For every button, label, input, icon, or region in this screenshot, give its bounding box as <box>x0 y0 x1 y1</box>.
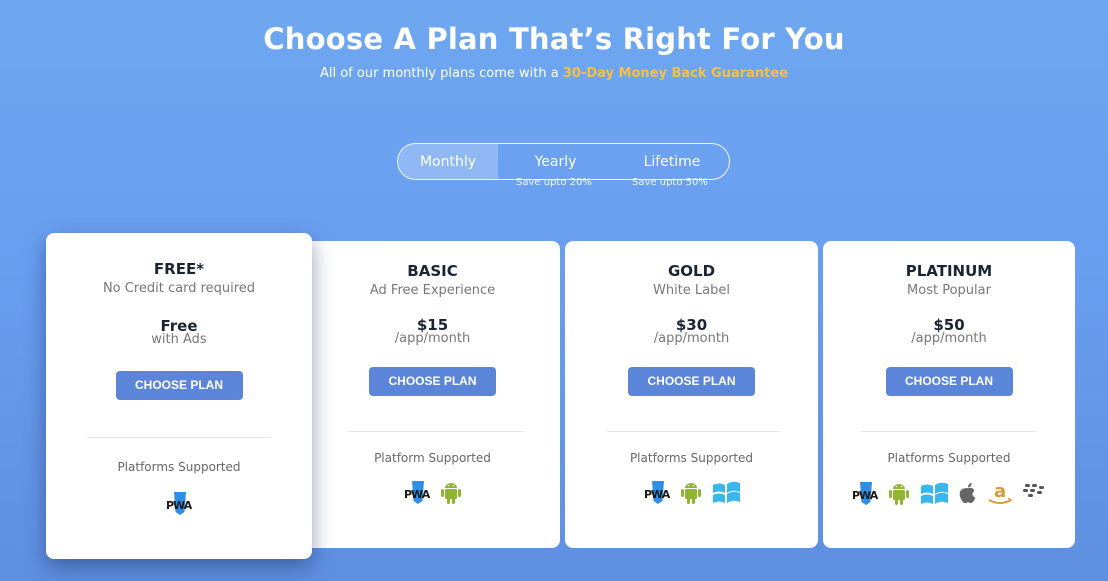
billing-toggle: Monthly Yearly Lifetime <box>397 143 730 180</box>
pwa-icon: PWA <box>850 480 880 510</box>
apple-icon <box>956 480 980 510</box>
platform-icons: PWA <box>565 479 818 509</box>
lifetime-savings-note: Save upto 50% <box>632 177 708 188</box>
plan-card-platinum: PLATINUM Most Popular $50 /app/month CHO… <box>823 241 1075 548</box>
tab-lifetime[interactable]: Lifetime <box>613 144 729 179</box>
yearly-savings-note: Save upto 20% <box>516 177 592 188</box>
guarantee-highlight: 30-Day Money Back Guarantee <box>562 66 789 81</box>
page-subtitle: All of our monthly plans come with a 30-… <box>0 66 1108 81</box>
page-title: Choose A Plan That’s Right For You <box>263 22 845 56</box>
choose-plan-button[interactable]: CHOOSE PLAN <box>885 367 1013 396</box>
platform-icons: PWA a <box>823 479 1075 511</box>
pwa-icon: PWA <box>642 479 672 509</box>
plan-card-gold: GOLD White Label $30 /app/month CHOOSE P… <box>565 241 818 548</box>
divider <box>607 431 780 432</box>
plan-description: Ad Free Experience <box>369 283 496 298</box>
android-icon <box>678 479 704 509</box>
windows-icon <box>918 480 950 510</box>
platform-icons: PWA <box>305 479 560 509</box>
plan-name: BASIC <box>407 262 458 280</box>
choose-plan-button[interactable]: CHOOSE PLAN <box>115 371 243 400</box>
android-icon <box>886 480 912 510</box>
android-icon <box>438 479 464 509</box>
svg-text:PWA: PWA <box>644 488 671 501</box>
tab-yearly[interactable]: Yearly <box>498 144 613 179</box>
platform-icons: PWA <box>46 490 312 520</box>
plan-period: /app/month <box>911 331 987 346</box>
platforms-label: Platforms Supported <box>117 460 241 474</box>
svg-text:a: a <box>994 481 1006 502</box>
pwa-icon: PWA <box>402 479 432 509</box>
plan-period: /app/month <box>653 331 730 346</box>
choose-plan-button[interactable]: CHOOSE PLAN <box>628 367 755 396</box>
choose-plan-button[interactable]: CHOOSE PLAN <box>369 367 496 396</box>
amazon-icon: a <box>986 479 1014 511</box>
subtitle-text: All of our monthly plans come with a <box>319 66 563 81</box>
divider <box>87 437 271 438</box>
svg-text:PWA: PWA <box>852 489 879 502</box>
svg-text:PWA: PWA <box>166 499 193 512</box>
svg-text:PWA: PWA <box>404 488 431 501</box>
plan-card-free: FREE* No Credit card required Free with … <box>46 233 312 559</box>
plan-description: Most Popular <box>907 283 991 298</box>
divider <box>861 431 1037 432</box>
platforms-label: Platforms Supported <box>629 451 754 465</box>
plan-name: GOLD <box>667 262 716 280</box>
tab-monthly[interactable]: Monthly <box>398 144 498 179</box>
plan-description: No Credit card required <box>102 281 256 296</box>
plan-card-basic: BASIC Ad Free Experience $15 /app/month … <box>305 241 560 548</box>
plan-period: with Ads <box>151 332 207 347</box>
blackberry-icon <box>1020 481 1048 509</box>
pwa-icon: PWA <box>164 490 194 520</box>
plan-name: FREE* <box>153 260 205 278</box>
platforms-label: Platform Supported <box>374 451 491 465</box>
plan-name: PLATINUM <box>905 262 993 280</box>
plan-period: /app/month <box>394 331 471 346</box>
plan-description: White Label <box>652 283 730 298</box>
divider <box>347 431 524 432</box>
platforms-label: Platforms Supported <box>887 451 1011 465</box>
windows-icon <box>710 479 742 509</box>
